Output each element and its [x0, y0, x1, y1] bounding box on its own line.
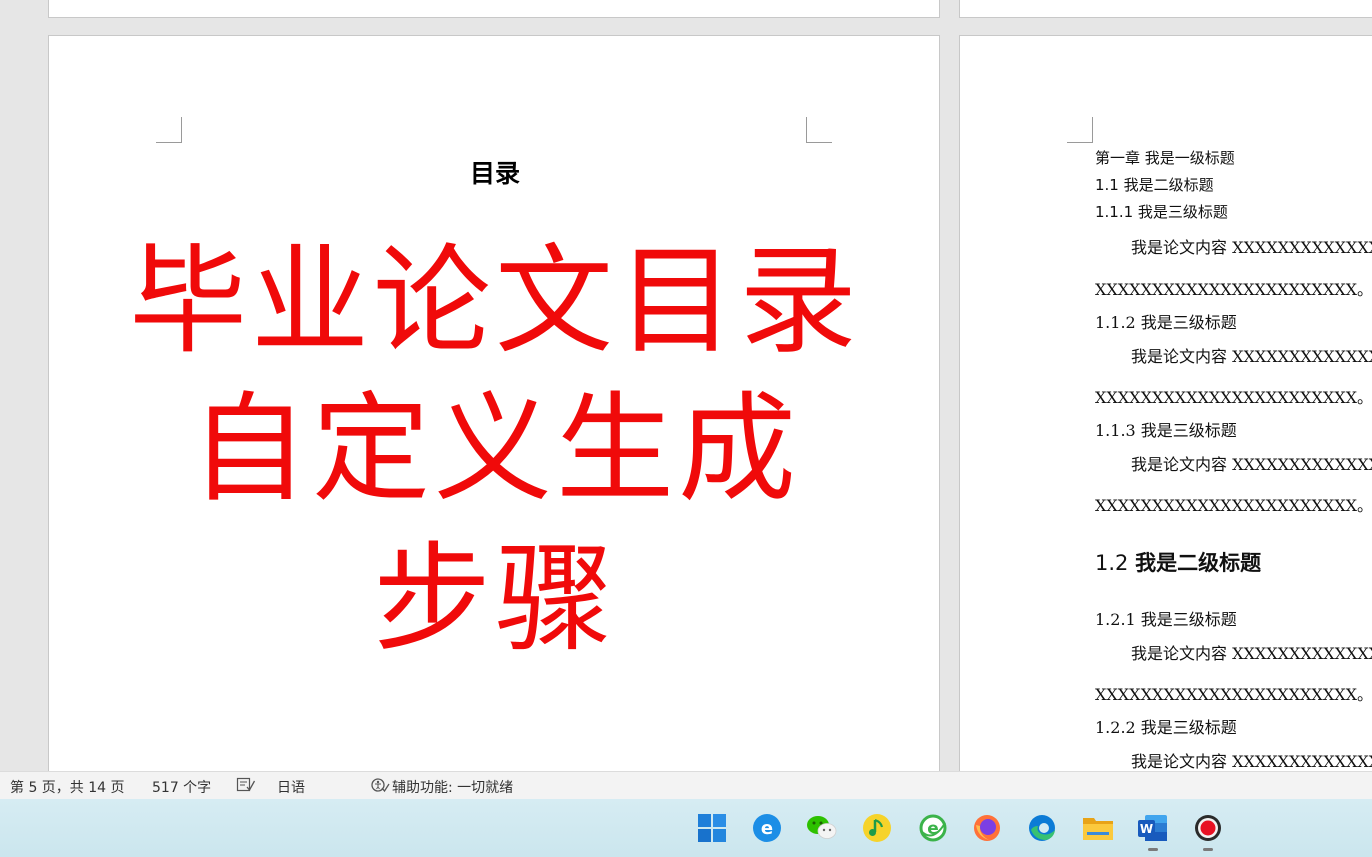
heading-3-1-1-3: 1.1.3 我是三级标题	[1095, 421, 1237, 440]
body-paragraph-cont: XXXXXXXXXXXXXXXXXXXXXXX。	[1095, 685, 1372, 704]
file-explorer-icon[interactable]	[1081, 811, 1115, 845]
previous-page-left	[48, 0, 940, 18]
heading-1: 第一章 我是一级标题	[1095, 149, 1235, 167]
360-browser-icon[interactable]: e	[916, 811, 950, 845]
margin-corner-top-right	[806, 117, 832, 143]
taskbar: e e W	[0, 799, 1372, 857]
page-count-status[interactable]: 第 5 页，共 14 页	[10, 777, 125, 797]
windows-start-icon[interactable]	[695, 811, 729, 845]
heading-2-line: 1.1 我是二级标题	[1095, 176, 1214, 194]
body-paragraph: 我是论文内容 XXXXXXXXXXXXXXXXXXXXXXXXX	[1131, 238, 1372, 257]
previous-page-right	[959, 0, 1372, 18]
heading-2-number: 1.2	[1095, 551, 1129, 575]
accessibility-status[interactable]: 辅助功能: 一切就绪	[392, 777, 513, 797]
heading-3-1-2-1: 1.2.1 我是三级标题	[1095, 610, 1237, 629]
body-paragraph: 我是论文内容 XXXXXXXXXXXXXXXXXXXXXXXXX	[1131, 347, 1372, 366]
accessibility-icon	[370, 776, 390, 798]
page-5[interactable]: 目录 毕业论文目录 自定义生成 步骤	[48, 35, 940, 771]
status-bar: 第 5 页，共 14 页 517 个字 日语 辅助功能: 一切就绪	[0, 771, 1372, 799]
svg-text:e: e	[761, 818, 773, 839]
overlay-title-line-1: 毕业论文目录	[128, 232, 861, 370]
heading-3-1-1-2: 1.1.2 我是三级标题	[1095, 313, 1237, 332]
overlay-title-line-2: 自定义生成	[189, 380, 800, 518]
word-count-status[interactable]: 517 个字	[152, 777, 211, 797]
page-6[interactable]: 第一章 我是一级标题 1.1 我是二级标题 1.1.1 我是三级标题 我是论文内…	[959, 35, 1372, 771]
firefox-icon[interactable]	[970, 811, 1004, 845]
heading-2-text: 我是二级标题	[1135, 551, 1262, 575]
screen-recorder-icon[interactable]	[1191, 811, 1225, 845]
heading-2-1-2: 1.2 我是二级标题	[1095, 547, 1261, 577]
qq-music-icon[interactable]	[860, 811, 894, 845]
margin-corner-top-left	[156, 117, 182, 143]
language-status[interactable]: 日语	[277, 777, 305, 797]
margin-corner-top-left	[1067, 117, 1093, 143]
body-paragraph: 我是论文内容 XXXXXXXXXXXXXXXXXXXXXXXXX	[1131, 644, 1372, 663]
edge-icon[interactable]	[1025, 811, 1059, 845]
heading-3-line: 1.1.1 我是三级标题	[1095, 203, 1228, 221]
word-icon[interactable]: W	[1136, 811, 1170, 845]
body-paragraph: 我是论文内容 XXXXXXXXXXXXXXXXXXXXXXXXX	[1131, 752, 1372, 771]
toc-heading: 目录	[469, 159, 520, 188]
body-paragraph-cont: XXXXXXXXXXXXXXXXXXXXXXX。	[1095, 280, 1372, 299]
document-workspace[interactable]: 目录 毕业论文目录 自定义生成 步骤 第一章 我是一级标题 1.1 我是二级标题…	[0, 0, 1372, 771]
recorder-running-indicator	[1203, 848, 1213, 851]
ie-browser-icon[interactable]: e	[750, 811, 784, 845]
overlay-title-line-3: 步骤	[372, 530, 617, 668]
svg-text:W: W	[1140, 822, 1153, 836]
wechat-icon[interactable]	[805, 811, 839, 845]
body-paragraph: 我是论文内容 XXXXXXXXXXXXXXXXXXXXXXXXX	[1131, 455, 1372, 474]
proofing-icon[interactable]	[236, 776, 256, 798]
body-paragraph-cont: XXXXXXXXXXXXXXXXXXXXXXX。	[1095, 496, 1372, 515]
heading-3-1-2-2: 1.2.2 我是三级标题	[1095, 718, 1237, 737]
word-running-indicator	[1148, 848, 1158, 851]
body-paragraph-cont: XXXXXXXXXXXXXXXXXXXXXXX。	[1095, 388, 1372, 407]
